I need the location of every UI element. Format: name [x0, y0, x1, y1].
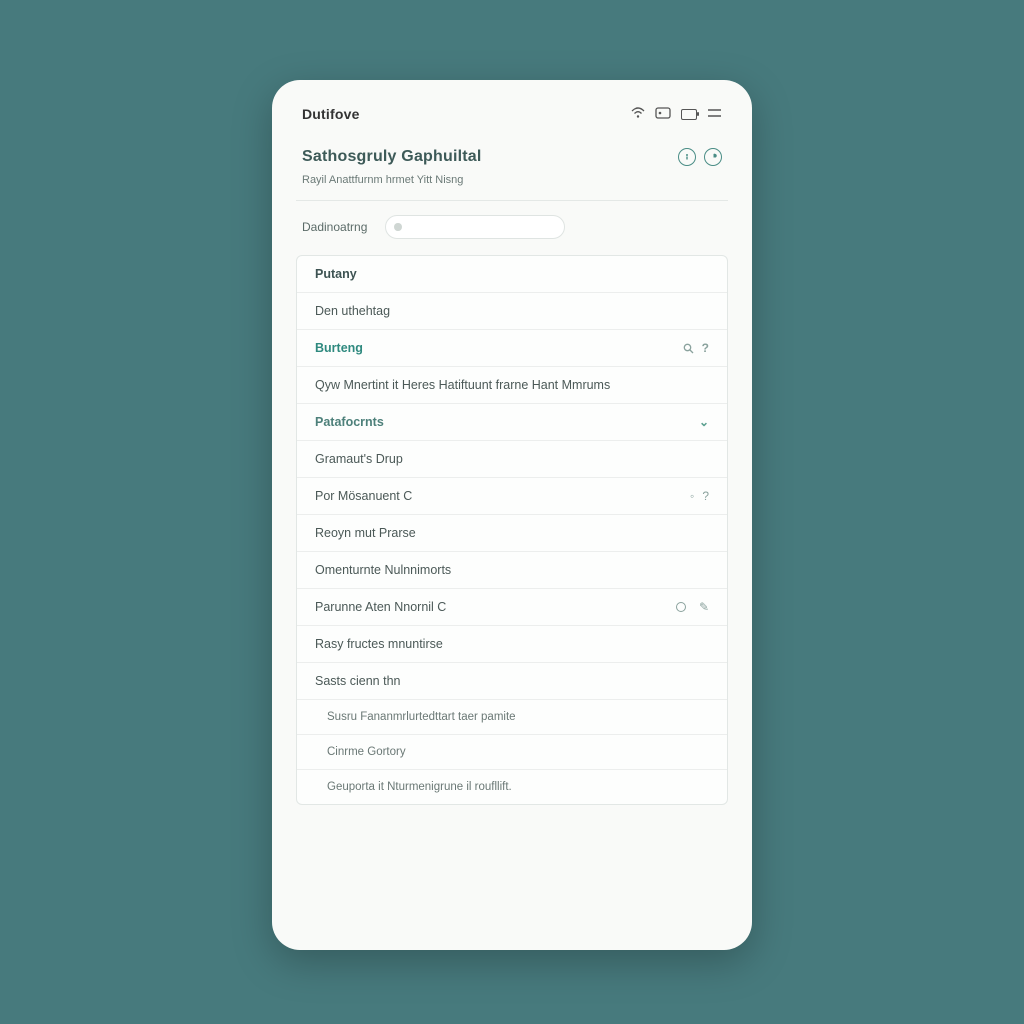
search-label: Dadinoatrng [302, 220, 367, 234]
list-item[interactable]: Reoyn mut Prarse [297, 515, 727, 552]
list-item[interactable]: Omenturnte Nulnnimorts [297, 552, 727, 589]
list-item[interactable]: Por Mösanuent C ◦? [297, 478, 727, 515]
list-item[interactable]: Den uthehtag [297, 293, 727, 330]
list-item-label: Susru Fananmrlurtedttart taer pamite [327, 711, 516, 723]
info-icon[interactable] [678, 148, 696, 166]
list-item-label: Sasts cienn thn [315, 674, 400, 688]
list-item[interactable]: Geuporta it Nturmenigrune il roufllift. [297, 770, 727, 804]
list-item-label: Cinrme Gortory [327, 746, 406, 758]
list-item-label: Reoyn mut Prarse [315, 526, 416, 540]
battery-icon [681, 109, 697, 120]
list-item[interactable]: Sasts cienn thn [297, 663, 727, 700]
search-icon [394, 223, 401, 231]
search-field[interactable] [408, 221, 557, 233]
menu-icon[interactable] [707, 107, 722, 122]
device-frame: Dutifove Sathosgruly Gaphuiltal Rayil An… [272, 80, 752, 950]
page-title: Sathosgruly Gaphuiltal [302, 148, 482, 166]
page-header: Sathosgruly Gaphuiltal [272, 136, 752, 174]
list-item-label: Omenturnte Nulnnimorts [315, 563, 451, 577]
list-item-label: Burteng [315, 341, 363, 355]
chevron-down-icon: ⌄ [699, 415, 709, 429]
list-item-label: Por Mösanuent C [315, 489, 412, 503]
page-subtitle: Rayil Anattfurnm hrmet Yitt Nisng [272, 174, 752, 200]
list-item-label: Den uthehtag [315, 304, 390, 318]
list-item-label: Putany [315, 267, 357, 281]
list-item[interactable]: Cinrme Gortory [297, 735, 727, 770]
search-input[interactable] [385, 215, 565, 239]
list-item[interactable]: Patafocrnts ⌄ [297, 404, 727, 441]
status-bar: Dutifove [272, 106, 752, 136]
list-item-label: Gramaut's Drup [315, 452, 403, 466]
list-item[interactable]: Qyw Mnertint it Heres Hatiftuunt frarne … [297, 367, 727, 404]
list-item-label: Rasy fructes mnuntirse [315, 637, 443, 651]
settings-panel: Putany Den uthehtag Burteng? Qyw Mnertint i… [296, 255, 728, 805]
list-item[interactable]: Burteng? [297, 330, 727, 367]
search-row: Dadinoatrng [272, 201, 752, 255]
list-item[interactable]: Putany [297, 256, 727, 293]
search-icon: ? [683, 341, 709, 355]
settings-icon: ✎ [675, 600, 709, 614]
list-item-label: Patafocrnts [315, 415, 384, 429]
options-icon: ◦? [690, 489, 709, 503]
list-item-label: Qyw Mnertint it Heres Hatiftuunt frarne … [315, 378, 610, 392]
wifi-icon [631, 107, 645, 122]
card-icon [655, 107, 671, 122]
list-item-label: Parunne Aten Nnornil C [315, 600, 446, 614]
list-item[interactable]: Rasy fructes mnuntirse [297, 626, 727, 663]
status-icons [631, 107, 722, 122]
help-icon[interactable] [704, 148, 722, 166]
list-item[interactable]: Parunne Aten Nnornil C ✎ [297, 589, 727, 626]
list-item-label: Geuporta it Nturmenigrune il roufllift. [327, 781, 512, 793]
list-item[interactable]: Susru Fananmrlurtedttart taer pamite [297, 700, 727, 735]
brand-label: Dutifove [302, 106, 360, 122]
header-actions [678, 148, 722, 166]
list-item[interactable]: Gramaut's Drup [297, 441, 727, 478]
